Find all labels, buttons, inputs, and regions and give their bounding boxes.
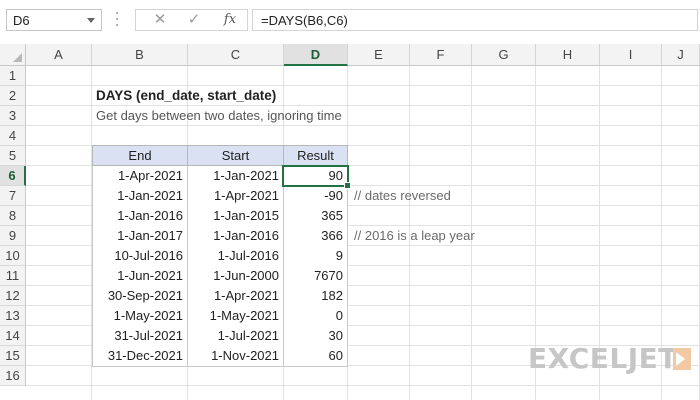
table-cell-start[interactable]: 1-Jul-2016 — [187, 246, 284, 267]
table-cell-start[interactable]: 1-Apr-2021 — [187, 186, 284, 207]
row-header-11[interactable]: 11 — [0, 266, 26, 286]
drag-handle-icon[interactable] — [116, 12, 119, 28]
table-cell-end[interactable]: 1-Jun-2021 — [92, 266, 188, 287]
fill-handle[interactable] — [344, 182, 351, 189]
table-cell-start[interactable]: 1-Nov-2021 — [187, 346, 284, 367]
formula-input[interactable]: =DAYS(B6,C6) — [252, 9, 698, 31]
logo-mark-icon — [673, 348, 691, 370]
table-cell-end[interactable]: 1-Jan-2017 — [92, 226, 188, 247]
column-header-j[interactable]: J — [662, 44, 700, 66]
row-header-8[interactable]: 8 — [0, 206, 26, 226]
insert-function-icon[interactable]: fx — [220, 11, 240, 29]
enter-icon[interactable]: ✓ — [184, 11, 204, 29]
cancel-icon[interactable]: ✕ — [150, 11, 170, 29]
column-header-i[interactable]: I — [600, 44, 662, 66]
column-header-h[interactable]: H — [536, 44, 600, 66]
formula-text: =DAYS(B6,C6) — [261, 13, 348, 28]
table-cell-end[interactable]: 31-Dec-2021 — [92, 346, 188, 367]
table-header-result[interactable]: Result — [283, 145, 348, 166]
select-all-triangle-icon — [13, 53, 22, 62]
sheet-subtitle[interactable]: Get days between two dates, ignoring tim… — [96, 106, 342, 126]
row-header-16[interactable]: 16 — [0, 366, 26, 386]
table-cell-result[interactable]: 30 — [283, 326, 348, 347]
name-box[interactable]: D6 — [6, 9, 102, 31]
table-cell-end[interactable]: 1-Jan-2021 — [92, 186, 188, 207]
gridline-horizontal — [26, 385, 700, 386]
row-header-12[interactable]: 12 — [0, 286, 26, 306]
column-header-b[interactable]: B — [92, 44, 188, 66]
table-cell-start[interactable]: 1-Jan-2021 — [187, 166, 284, 187]
column-header-f[interactable]: F — [410, 44, 472, 66]
table-cell-result[interactable]: -90 — [283, 186, 348, 207]
row-comment[interactable]: // dates reversed — [354, 186, 451, 206]
table-cell-start[interactable]: 1-Jan-2015 — [187, 206, 284, 227]
table-cell-result[interactable]: 182 — [283, 286, 348, 307]
column-header-c[interactable]: C — [188, 44, 284, 66]
table-cell-end[interactable]: 1-May-2021 — [92, 306, 188, 327]
column-header-g[interactable]: G — [472, 44, 536, 66]
name-box-value: D6 — [13, 13, 30, 28]
sheet-title[interactable]: DAYS (end_date, start_date) — [96, 86, 276, 106]
table-cell-start[interactable]: 1-Jun-2000 — [187, 266, 284, 287]
table-cell-start[interactable]: 1-Jul-2021 — [187, 326, 284, 347]
chevron-down-icon[interactable] — [87, 18, 95, 23]
active-cell-selection[interactable] — [282, 165, 351, 189]
table-cell-end[interactable]: 1-Jan-2016 — [92, 206, 188, 227]
table-cell-result[interactable]: 0 — [283, 306, 348, 327]
row-header-10[interactable]: 10 — [0, 246, 26, 266]
row-header-4[interactable]: 4 — [0, 126, 26, 146]
table-cell-end[interactable]: 1-Apr-2021 — [92, 166, 188, 187]
row-header-15[interactable]: 15 — [0, 346, 26, 366]
row-comment[interactable]: // 2016 is a leap year — [354, 226, 475, 246]
formula-buttons: ✕ ✓ fx — [135, 9, 248, 31]
row-header-14[interactable]: 14 — [0, 326, 26, 346]
table-cell-result[interactable]: 7670 — [283, 266, 348, 287]
column-header-d[interactable]: D — [284, 44, 348, 66]
table-cell-end[interactable]: 10-Jul-2016 — [92, 246, 188, 267]
row-header-1[interactable]: 1 — [0, 66, 26, 86]
table-cell-result[interactable]: 366 — [283, 226, 348, 247]
row-header-2[interactable]: 2 — [0, 86, 26, 106]
column-header-a[interactable]: A — [26, 44, 92, 66]
table-cell-end[interactable]: 31-Jul-2021 — [92, 326, 188, 347]
row-header-13[interactable]: 13 — [0, 306, 26, 326]
select-all-button[interactable] — [0, 44, 26, 66]
column-header-e[interactable]: E — [348, 44, 410, 66]
row-header-9[interactable]: 9 — [0, 226, 26, 246]
row-header-5[interactable]: 5 — [0, 146, 26, 166]
row-header-6[interactable]: 6 — [0, 166, 26, 186]
table-cell-start[interactable]: 1-Apr-2021 — [187, 286, 284, 307]
formula-bar-area: D6 ✕ ✓ fx =DAYS(B6,C6) — [0, 0, 700, 44]
table-header-start[interactable]: Start — [187, 145, 284, 166]
table-cell-result[interactable]: 9 — [283, 246, 348, 267]
table-header-end[interactable]: End — [92, 145, 188, 166]
table-cell-result[interactable]: 365 — [283, 206, 348, 227]
logo-text: EXCELJET — [528, 342, 678, 375]
row-header-7[interactable]: 7 — [0, 186, 26, 206]
table-cell-start[interactable]: 1-May-2021 — [187, 306, 284, 327]
table-cell-result[interactable]: 60 — [283, 346, 348, 367]
table-cell-end[interactable]: 30-Sep-2021 — [92, 286, 188, 307]
table-cell-start[interactable]: 1-Jan-2016 — [187, 226, 284, 247]
row-header-3[interactable]: 3 — [0, 106, 26, 126]
